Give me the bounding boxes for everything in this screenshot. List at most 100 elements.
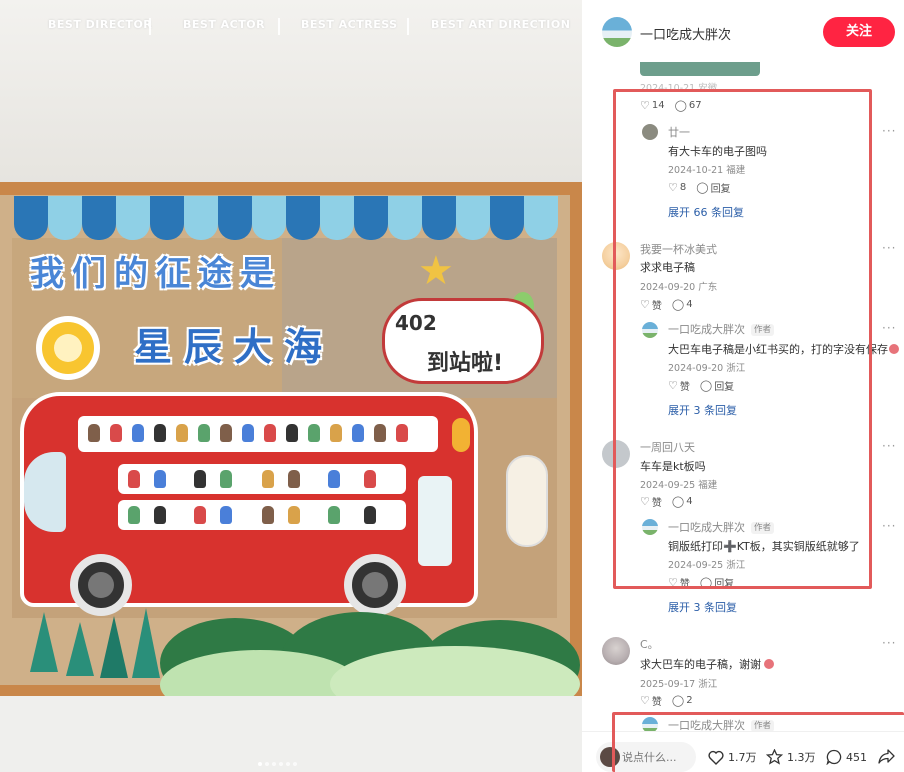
user-avatar[interactable]: [602, 637, 630, 665]
like-label[interactable]: 赞: [680, 575, 690, 590]
comment-meta: 2024-09-20 广东: [640, 282, 718, 293]
divider: [407, 18, 409, 35]
comment-input-box[interactable]: [596, 742, 696, 772]
reply-count[interactable]: 4: [686, 496, 692, 507]
post-image[interactable]: BEST DIRECTOR BEST ACTOR BEST ACTRESS BE…: [0, 0, 582, 772]
like-icon[interactable]: ♡: [640, 694, 650, 707]
author-name[interactable]: 一口吃成大胖次: [640, 24, 731, 43]
board-title-line1: 我们的征途是: [30, 254, 282, 294]
author-badge: 作者: [751, 324, 775, 336]
award-banner: BEST DIRECTOR BEST ACTOR BEST ACTRESS BE…: [0, 18, 582, 38]
author-avatar[interactable]: [602, 17, 632, 47]
comment-meta: 2024-09-25 福建: [640, 480, 718, 491]
author-avatar[interactable]: [642, 519, 658, 535]
comment-text: 求大巴车的电子稿，谢谢: [640, 656, 774, 672]
comment-icon[interactable]: ◯: [675, 99, 687, 112]
comment-actions: ♡ 14 ◯ 67: [640, 99, 702, 112]
tree-decoration: [30, 612, 58, 672]
comment-image-thumbnail[interactable]: [640, 62, 760, 76]
like-count[interactable]: 14: [652, 100, 665, 111]
class-arrival-text: 到站啦!: [427, 351, 504, 376]
note-detail-view: BEST DIRECTOR BEST ACTOR BEST ACTRESS BE…: [0, 0, 904, 772]
like-stat[interactable]: 1.7万: [708, 749, 757, 765]
tree-decoration: [66, 622, 94, 676]
comment-text: 铜版纸打印➕KT板，其实铜版纸就够了: [668, 540, 860, 553]
comment-text: 车车是kt板吗: [640, 460, 706, 473]
comment-username[interactable]: C。: [640, 636, 659, 652]
comment-icon[interactable]: ◯: [672, 495, 684, 508]
comment-actions: ♡ 赞 ◯ 回复: [668, 378, 734, 393]
board-title-line2: 星辰大海: [134, 325, 335, 369]
comment-text: 有大卡车的电子图吗: [668, 145, 767, 158]
more-options-icon[interactable]: ···: [882, 241, 896, 255]
like-label[interactable]: 赞: [652, 693, 662, 708]
award-label: BEST ACTRESS: [301, 18, 398, 31]
share-icon: [878, 749, 895, 764]
comment-username[interactable]: 一口吃成大胖次 作者: [668, 519, 775, 535]
comment-icon[interactable]: ◯: [700, 576, 712, 589]
like-icon[interactable]: ♡: [640, 99, 650, 112]
like-label[interactable]: 赞: [652, 494, 662, 509]
reply-button[interactable]: 回复: [714, 378, 734, 393]
comment-meta: 2024-09-20 浙江: [668, 363, 746, 374]
more-options-icon[interactable]: ···: [882, 439, 896, 453]
reply-count[interactable]: 4: [686, 299, 692, 310]
user-avatar[interactable]: [602, 242, 630, 270]
more-options-icon[interactable]: ···: [882, 124, 896, 138]
reply-count[interactable]: 67: [689, 100, 702, 111]
divider: [278, 18, 280, 35]
comment-meta: 2024-09-25 浙江: [668, 560, 746, 571]
like-icon[interactable]: ♡: [640, 495, 650, 508]
collect-stat[interactable]: 1.3万: [766, 749, 816, 765]
reply-count[interactable]: 2: [686, 695, 692, 706]
star-icon: [766, 749, 783, 765]
expand-replies-link[interactable]: 展开 3 条回复: [668, 402, 737, 418]
comment-icon[interactable]: ◯: [700, 379, 712, 392]
like-icon[interactable]: ♡: [668, 576, 678, 589]
comment-icon[interactable]: ◯: [672, 298, 684, 311]
like-label[interactable]: 赞: [680, 378, 690, 393]
user-avatar[interactable]: [642, 124, 658, 140]
class-sign: 402 到站啦!: [382, 298, 544, 384]
author-badge: 作者: [751, 522, 775, 534]
comment-stat[interactable]: 451: [826, 749, 867, 765]
like-label[interactable]: 赞: [652, 297, 662, 312]
comment-icon[interactable]: ◯: [696, 181, 708, 194]
comment-input[interactable]: [622, 742, 692, 772]
comment-username[interactable]: 一周回八天: [640, 439, 695, 455]
reply-button[interactable]: 回复: [714, 575, 734, 590]
comment-icon[interactable]: ◯: [672, 694, 684, 707]
share-button[interactable]: [878, 749, 899, 764]
award-label: BEST ART DIRECTION: [431, 18, 571, 31]
comment-meta: 2024-10-21 福建: [668, 165, 746, 176]
emoji-icon: [764, 659, 774, 669]
expand-replies-link[interactable]: 展开 3 条回复: [668, 599, 737, 615]
like-icon[interactable]: ♡: [668, 379, 678, 392]
more-options-icon[interactable]: ···: [882, 636, 896, 650]
collect-count: 1.3万: [787, 751, 816, 764]
user-avatar[interactable]: [602, 440, 630, 468]
divider: [149, 18, 151, 35]
bus-light: [452, 418, 470, 452]
carousel-indicator[interactable]: [258, 762, 297, 766]
more-options-icon[interactable]: ···: [882, 321, 896, 335]
like-icon[interactable]: ♡: [668, 181, 678, 194]
tree-decoration: [132, 608, 160, 678]
expand-replies-link[interactable]: 展开 66 条回复: [668, 204, 744, 220]
my-avatar: [600, 747, 620, 767]
comment-username[interactable]: 一口吃成大胖次 作者: [668, 321, 775, 337]
follow-button[interactable]: 关注: [823, 17, 895, 47]
awning-decoration: [14, 196, 558, 240]
more-options-icon[interactable]: ···: [882, 519, 896, 533]
like-count[interactable]: 8: [680, 182, 686, 193]
reply-button[interactable]: 回复: [711, 180, 731, 195]
heart-icon: [708, 750, 724, 765]
comment-username[interactable]: 我要一杯冰美式: [640, 241, 717, 257]
comment-text: 大巴车电子稿是小红书买的，打的字没有保存: [668, 341, 899, 357]
comment-actions: ♡ 赞 ◯ 4: [640, 494, 693, 509]
comment-username[interactable]: 廿一: [668, 124, 690, 140]
like-icon[interactable]: ♡: [640, 298, 650, 311]
comment-bubble-icon: [826, 749, 842, 765]
bus-windshield: [24, 452, 66, 532]
author-avatar[interactable]: [642, 322, 658, 338]
